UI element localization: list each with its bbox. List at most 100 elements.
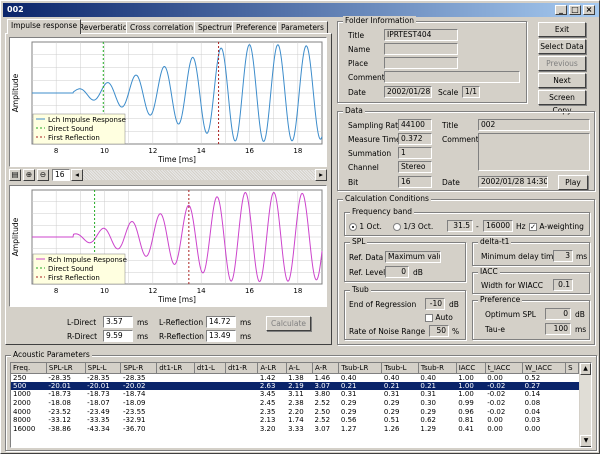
table-row[interactable]: 500 -20.01 -20.01 -20.02 2.63 2.19 3.07 0.21 0.2… (11, 381, 579, 391)
min-delay-unit: ms (576, 252, 588, 261)
measure-time-label: Measure Time (348, 135, 401, 144)
table-cell: 3.07 (314, 424, 331, 433)
table-row[interactable]: 4000 -23.52 -23.49 -23.55 2.35 2.20 2.50 0.29 0.… (11, 407, 579, 416)
column-header[interactable]: dt1-L (194, 363, 226, 374)
x-tick-label: 16 (245, 287, 254, 295)
minimize-button[interactable]: _ (555, 5, 567, 15)
exit-button[interactable]: Exit (538, 22, 586, 37)
auto-checkbox[interactable]: Auto (425, 313, 453, 322)
scroll-up-icon[interactable]: ▲ (580, 363, 591, 375)
calc-group: Calculation Conditions Frequency band 1 … (337, 194, 595, 345)
column-header[interactable]: SPL-LR (46, 363, 86, 374)
spl-group: SPL Ref. Data Maximum value Ref. Level 0… (344, 237, 466, 282)
calculate-button[interactable]: Calculate (266, 316, 311, 331)
oct3-radio[interactable]: 1/3 Oct. (393, 222, 433, 231)
ref-data-field[interactable]: Maximum value (385, 251, 441, 263)
min-delay-field[interactable]: 3 (553, 250, 573, 262)
column-header[interactable]: A-R (312, 363, 340, 374)
channel-field: Stereo (398, 161, 432, 173)
column-header[interactable]: Tsub-LR (338, 363, 383, 374)
data-date-label: Date (442, 178, 460, 187)
table-cell: 1.46 (314, 373, 331, 382)
table-cell (194, 390, 225, 399)
column-header[interactable]: Tsub-L (381, 363, 419, 374)
next-button[interactable]: Next (538, 73, 586, 88)
table-cell (225, 425, 257, 434)
folder-scale-label: Scale (438, 88, 459, 97)
table-cell: 0.00 (487, 373, 503, 382)
play-button[interactable]: Play (558, 175, 588, 190)
table-cell: 1.26 (383, 424, 400, 433)
table-cell: -23.55 (122, 407, 146, 416)
column-header[interactable]: A-LR (257, 363, 287, 374)
sampling-rate-label: Sampling Rate (348, 121, 403, 130)
column-header[interactable]: dt1-LR (156, 363, 195, 374)
column-header[interactable]: A-L (286, 363, 313, 374)
end-reg-field[interactable]: -10 (425, 298, 445, 310)
summation-field: 1 (398, 147, 432, 159)
table-row[interactable]: 2000 -18.08 -18.07 -18.09 2.45 2.38 2.52 0.29 0.… (11, 399, 579, 408)
optimum-spl-field[interactable]: 0 (545, 308, 571, 320)
calc-group-title: Calculation Conditions (343, 194, 431, 203)
acoustic-table: Freq. SPL-LR SPL-L SPL-R dt1-LR dt1-L dt1-R A-L… (11, 363, 579, 433)
column-header[interactable]: W_IACC (522, 363, 567, 374)
column-header[interactable]: dt1-R (225, 363, 259, 374)
legend-label: Direct Sound (48, 265, 93, 273)
data-comment-field (478, 133, 590, 171)
r-direct-label: R-Direct (67, 332, 98, 341)
a-weighting-checkbox[interactable]: ✓ A-weighting (529, 222, 584, 231)
scroll-left-icon[interactable]: ◂ (71, 169, 83, 181)
table-cell: 16000 (13, 424, 36, 433)
table-cell (566, 416, 579, 425)
column-header[interactable]: SPL-L (85, 363, 122, 374)
table-row[interactable]: 16000 -38.86 -43.34 -36.70 3.20 3.33 3.07 1.27 1… (11, 425, 579, 434)
table-cell: -18.07 (87, 399, 110, 408)
column-header[interactable]: SPL-R (120, 363, 158, 374)
table-cell: 500 (11, 381, 47, 391)
table-cell: 0.29 (383, 399, 400, 408)
column-header[interactable]: S (565, 363, 579, 374)
zoom-in-icon[interactable]: ⊕ (23, 169, 35, 181)
table-cell: 1.38 (288, 373, 304, 382)
zoom-out-icon[interactable]: ⊖ (37, 169, 49, 181)
column-header[interactable]: Freq. (11, 363, 47, 374)
screen-copy-button[interactable]: Screen Copy (538, 90, 586, 115)
spl-title: SPL (350, 237, 368, 246)
scroll-down-icon[interactable]: ▼ (580, 435, 591, 447)
table-cell: -20.01 (46, 381, 86, 391)
close-button[interactable]: × (583, 5, 595, 15)
table-cell: 0.30 (420, 399, 436, 408)
folder-title-field: IPRTEST404 (384, 29, 458, 41)
table-cell: 1000 (13, 390, 31, 399)
scroll-right-icon[interactable]: ▸ (315, 169, 327, 181)
table-cell: 0.21 (381, 381, 419, 391)
freq-from-field[interactable]: 31.5 (447, 220, 473, 232)
table-row[interactable]: 1000 -18.73 -18.73 -18.74 3.45 3.11 3.80 0.31 0.… (11, 390, 579, 399)
tab-impulse-response[interactable]: Impulse response (7, 19, 82, 34)
oct1-radio[interactable]: 1 Oct. (349, 222, 382, 231)
taue-field[interactable]: 100 (545, 323, 571, 335)
column-header[interactable]: t_IACC (485, 363, 524, 374)
previous-button[interactable]: Previous (538, 56, 586, 71)
x-tick-label: 14 (197, 147, 206, 155)
ref-level-field[interactable]: 0 (385, 266, 409, 278)
noise-range-field[interactable]: 50 (429, 325, 449, 337)
column-header[interactable]: Tsub-R (418, 363, 457, 374)
table-row[interactable]: 250 -28.35 -28.35 -28.35 1.42 1.38 1.46 0.40 0.4… (11, 373, 579, 382)
table-cell: -23.49 (87, 407, 110, 416)
wiacc-field[interactable]: 0.1 (553, 279, 573, 291)
table-cell (157, 373, 195, 382)
freq-to-field[interactable]: 16000 (483, 220, 513, 232)
select-data-button[interactable]: Select Data (538, 39, 586, 54)
table-cell: 3.20 (259, 424, 276, 433)
folder-date-label: Date (348, 88, 366, 97)
scrollbar-track[interactable] (83, 170, 315, 180)
table-cell: 0.41 (458, 424, 474, 433)
table-scrollbar[interactable]: ▲ ▼ (579, 363, 591, 447)
freq-band-group: Frequency band 1 Oct. 1/3 Oct. 31.5 - 16… (344, 207, 590, 236)
table-cell (194, 373, 225, 382)
column-header[interactable]: IACC (456, 363, 486, 374)
table-row[interactable]: 8000 -33.12 -33.35 -32.91 2.13 1.74 2.52 0.56 0.… (11, 416, 579, 425)
print-icon[interactable]: ▤ (9, 169, 21, 181)
maximize-button[interactable]: □ (569, 5, 581, 15)
